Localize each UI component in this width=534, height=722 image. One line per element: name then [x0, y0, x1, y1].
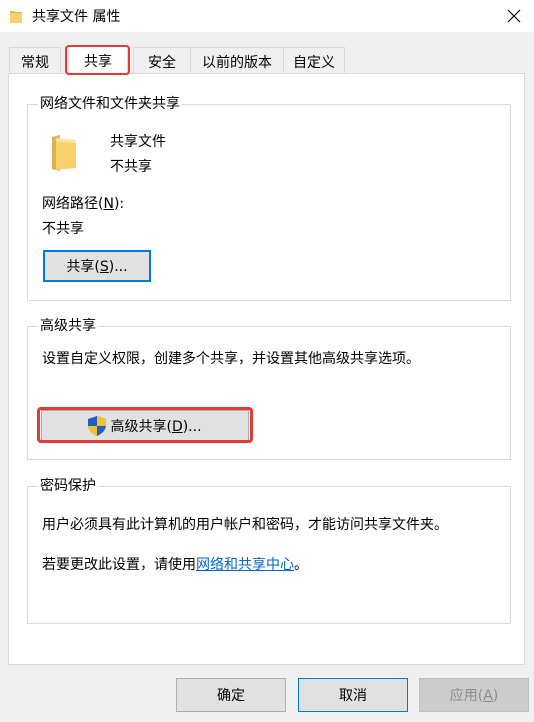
- advanced-sharing-button-label: 高级共享(D)...: [110, 418, 202, 435]
- tab-customize[interactable]: 自定义: [283, 47, 345, 75]
- ok-button-label: 确定: [217, 688, 245, 704]
- advanced-sharing-description: 设置自定义权限，创建多个共享，并设置其他高级共享选项。: [42, 351, 420, 367]
- group-title: 网络文件和文件夹共享: [38, 96, 182, 112]
- share-button-label: 共享(S)...: [66, 259, 128, 275]
- tab-sharing[interactable]: 共享: [68, 45, 128, 76]
- apply-button-label: 应用(A): [449, 688, 499, 704]
- tab-security[interactable]: 安全: [133, 47, 191, 75]
- network-path-label: 网络路径(N):: [42, 196, 125, 212]
- window-title: 共享文件 属性: [32, 9, 121, 25]
- close-icon: [507, 9, 521, 23]
- title-bar: 共享文件 属性: [0, 0, 534, 32]
- tab-general[interactable]: 常规: [9, 47, 61, 75]
- advanced-sharing-button[interactable]: 高级共享(D)...: [41, 410, 249, 441]
- apply-button[interactable]: 应用(A): [419, 678, 529, 712]
- share-status: 不共享: [110, 159, 152, 175]
- folder-name: 共享文件: [110, 134, 166, 150]
- share-button[interactable]: 共享(S)...: [43, 250, 151, 282]
- tab-label: 共享: [84, 54, 112, 70]
- tab-label: 安全: [148, 54, 176, 71]
- close-button[interactable]: [494, 0, 534, 32]
- tab-label: 以前的版本: [202, 54, 272, 71]
- change-setting-text: 若要更改此设置，请使用网络和共享中心。: [42, 557, 308, 573]
- network-sharing-center-link[interactable]: 网络和共享中心: [196, 557, 294, 573]
- group-title: 密码保护: [38, 478, 98, 494]
- uac-shield-icon: [88, 415, 107, 436]
- cancel-button-label: 取消: [339, 688, 367, 704]
- tab-label: 自定义: [293, 54, 335, 71]
- tab-previous-versions[interactable]: 以前的版本: [190, 47, 284, 75]
- ok-button[interactable]: 确定: [176, 678, 286, 712]
- cancel-button[interactable]: 取消: [298, 678, 408, 712]
- tab-label: 常规: [21, 54, 49, 71]
- folder-icon: [10, 11, 22, 23]
- network-path-value: 不共享: [42, 221, 84, 237]
- password-description: 用户必须具有此计算机的用户帐户和密码，才能访问共享文件夹。: [42, 517, 448, 533]
- folder-icon: [52, 135, 76, 171]
- group-title: 高级共享: [38, 318, 98, 334]
